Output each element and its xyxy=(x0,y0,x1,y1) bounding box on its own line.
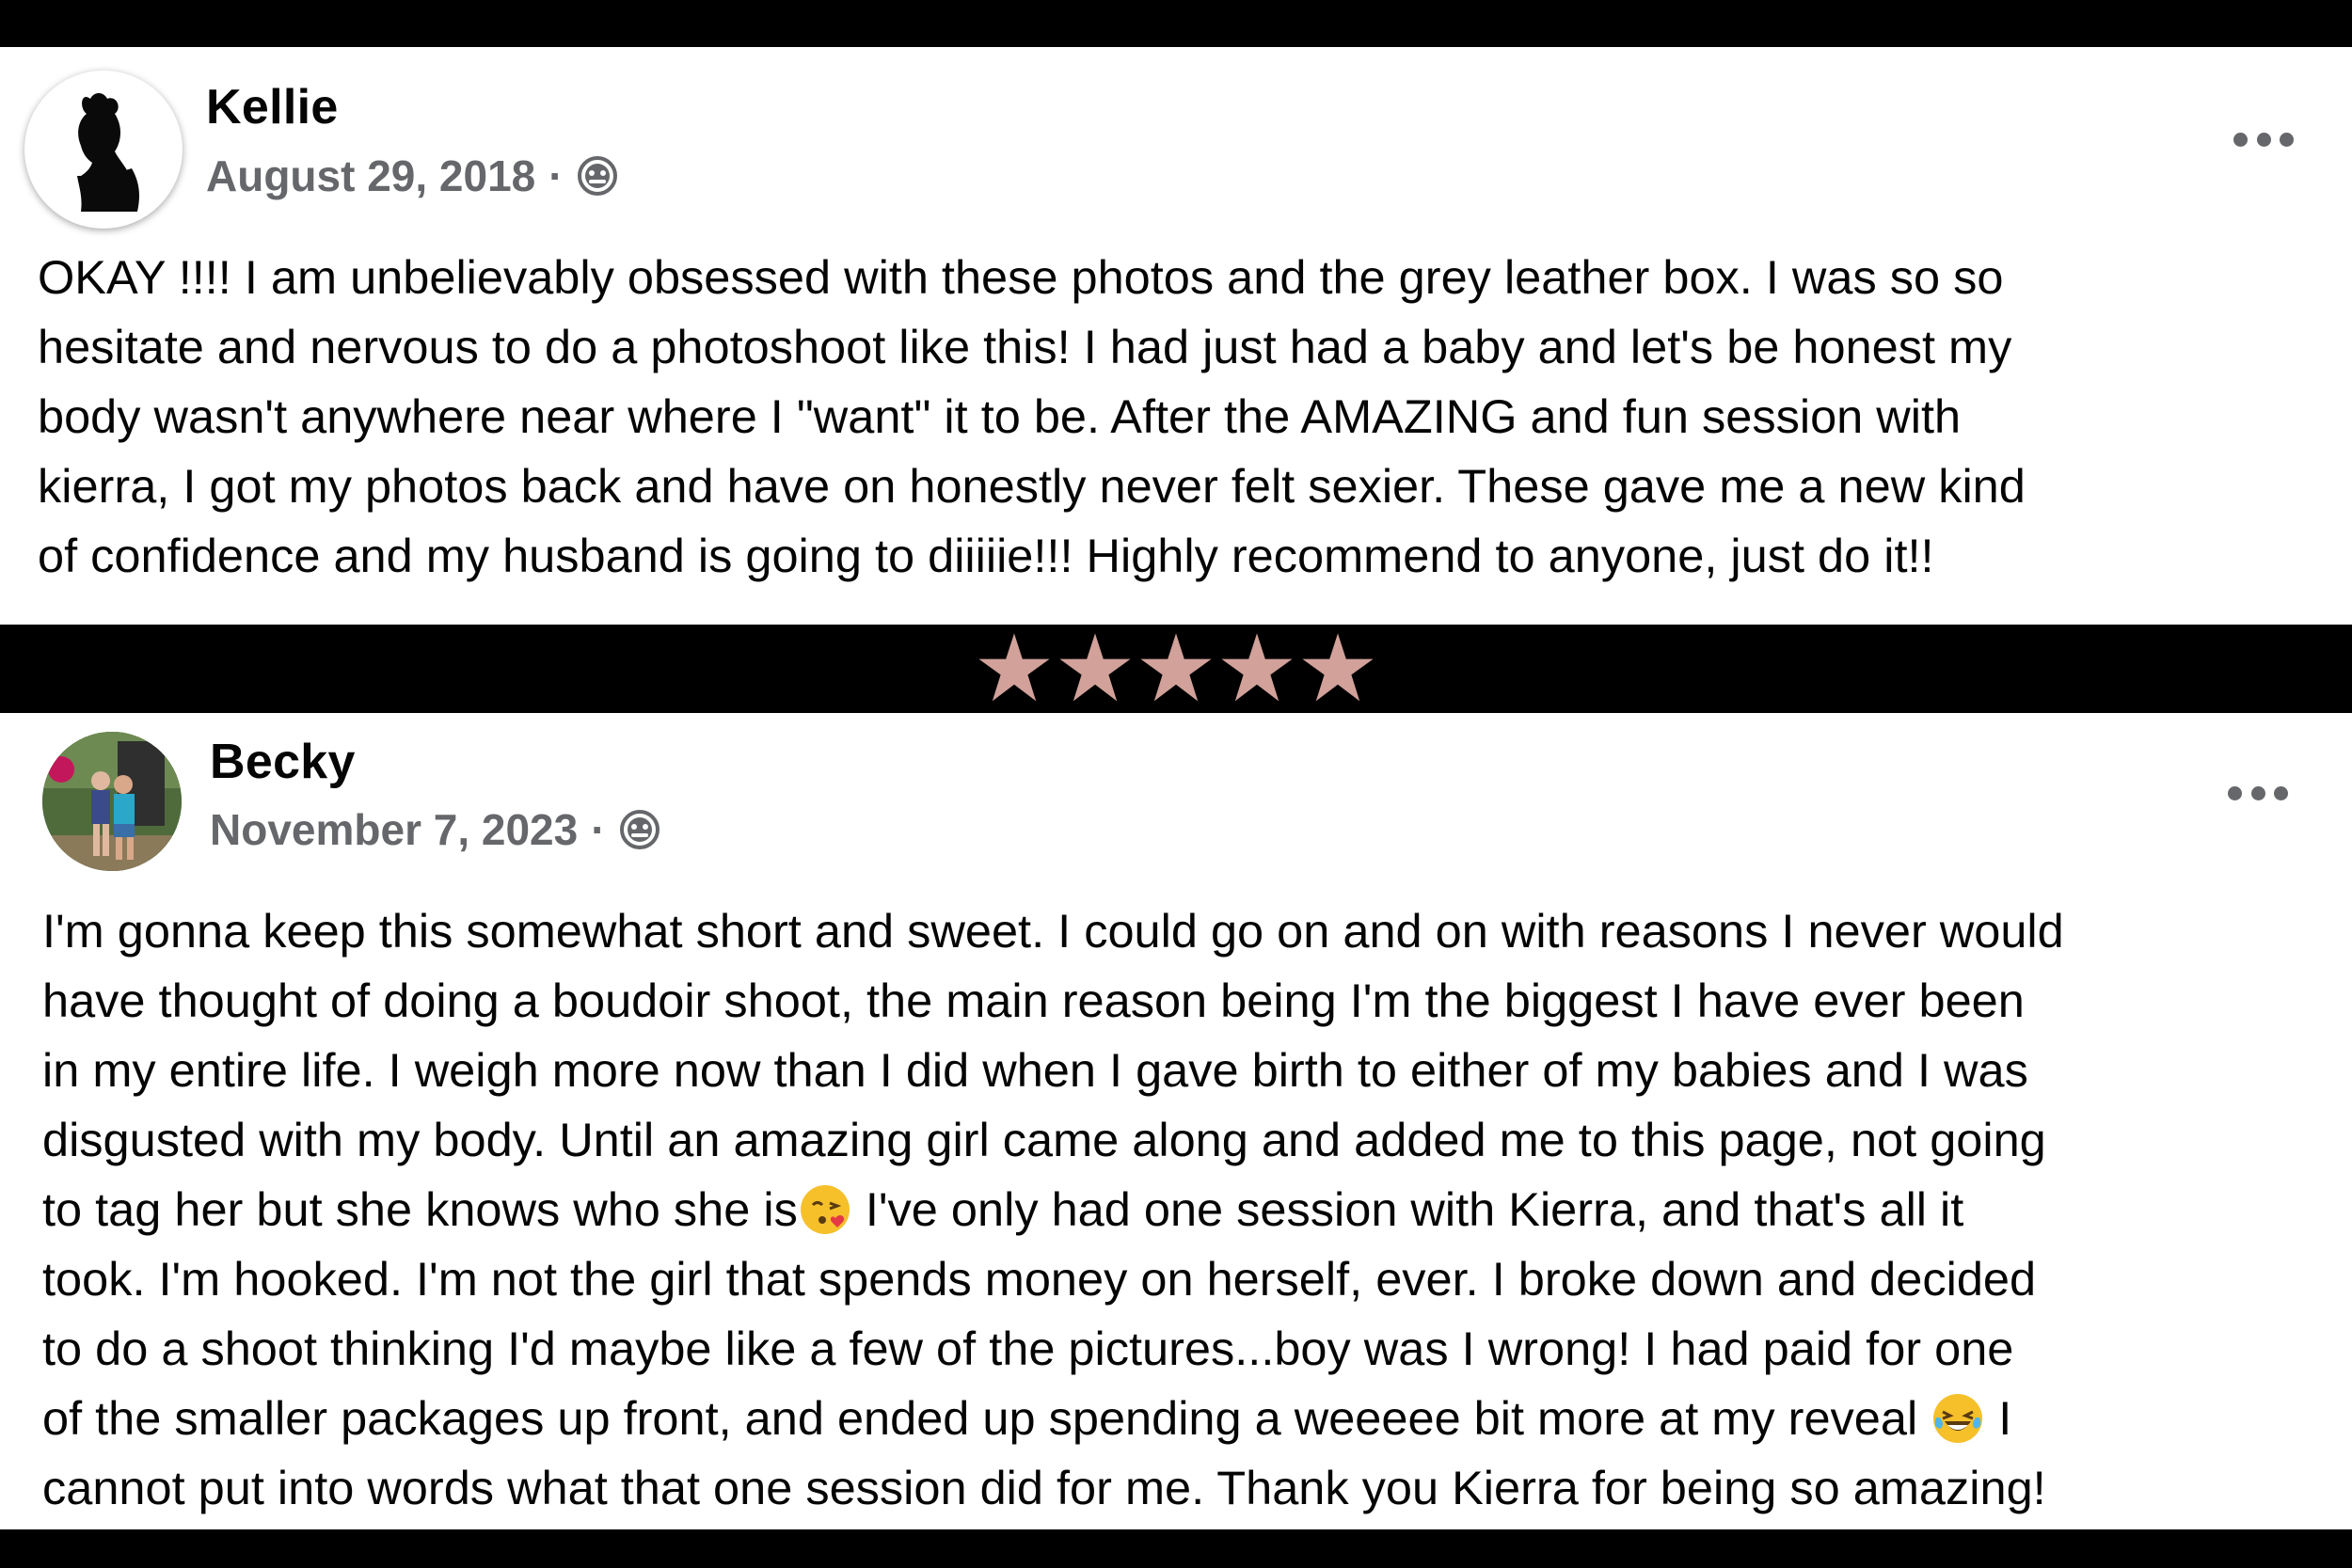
more-options-icon[interactable] xyxy=(2233,130,2294,149)
review-text-line: I'm gonna keep this somewhat short and s… xyxy=(42,904,2064,958)
meta-separator: · xyxy=(591,805,606,854)
review-text-line: cannot put into words what that one sess… xyxy=(42,1461,2046,1514)
star-icon xyxy=(978,633,1050,702)
reviewer-name[interactable]: Becky xyxy=(210,734,356,790)
star-icon xyxy=(1221,633,1293,702)
star-icon xyxy=(1059,633,1131,702)
review-text: I'm gonna keep this somewhat short and s… xyxy=(42,896,2338,1523)
photo-avatar-icon xyxy=(42,732,182,871)
face-blowing-kiss-emoji xyxy=(800,1185,850,1234)
more-options-icon[interactable] xyxy=(2228,784,2288,802)
review-date[interactable]: August 29, 2018 xyxy=(206,150,535,201)
star-icon xyxy=(1140,633,1212,702)
avatar[interactable] xyxy=(42,732,182,871)
top-black-band xyxy=(0,0,2352,47)
review-text-line: took. I'm hooked. I'm not the girl that … xyxy=(42,1252,2037,1306)
star-rating xyxy=(0,625,2352,713)
review-text: OKAY !!!! I am unbelievably obsessed wit… xyxy=(38,250,2026,582)
meta-separator: · xyxy=(548,151,564,200)
star-row xyxy=(977,631,1375,706)
bottom-black-band xyxy=(0,1529,2352,1568)
review-text-line: disgusted with my body. Until an amazing… xyxy=(42,1113,2046,1166)
review-text-line: have thought of doing a boudoir shoot, t… xyxy=(42,974,2025,1027)
review-text-line: to tag her but she knows who she is I've… xyxy=(42,1182,1964,1236)
avatar[interactable] xyxy=(24,71,183,229)
reviewer-name[interactable]: Kellie xyxy=(206,79,339,135)
review-card-kellie: Kellie August 29, 2018 · OKAY !!!! I am … xyxy=(0,47,2352,625)
review-date[interactable]: November 7, 2023 xyxy=(210,804,578,855)
tears-of-joy-emoji xyxy=(1933,1394,1983,1443)
public-globe-icon[interactable] xyxy=(577,155,618,197)
review-meta: August 29, 2018 · xyxy=(206,150,618,201)
silhouette-avatar-icon xyxy=(77,93,139,212)
review-text-line: of the smaller packages up front, and en… xyxy=(42,1391,2012,1445)
review-card-becky: Becky November 7, 2023 · I'm gonna keep … xyxy=(0,713,2352,1529)
public-globe-icon[interactable] xyxy=(619,809,660,850)
review-text-line: in my entire life. I weigh more now than… xyxy=(42,1043,2028,1097)
review-text-line: to do a shoot thinking I'd maybe like a … xyxy=(42,1322,2014,1375)
star-icon xyxy=(1302,633,1374,702)
review-meta: November 7, 2023 · xyxy=(210,804,660,855)
